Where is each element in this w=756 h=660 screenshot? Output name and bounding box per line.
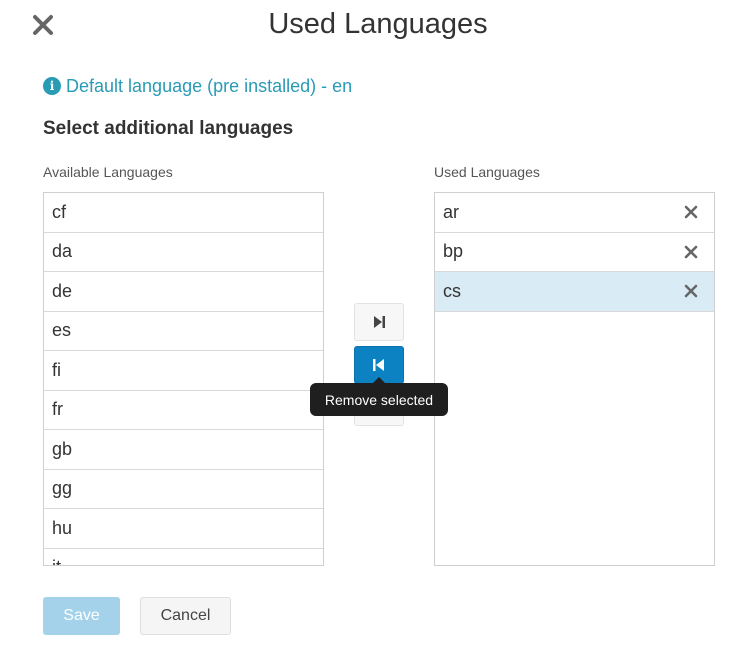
available-language-item[interactable]: hu: [44, 509, 323, 549]
language-code: fi: [52, 359, 61, 380]
step-backward-icon: [373, 359, 384, 371]
used-languages-label: Used Languages: [434, 164, 540, 180]
language-code: gb: [52, 438, 73, 459]
language-code: da: [52, 241, 73, 262]
close-icon: [684, 205, 698, 219]
used-language-item-selected[interactable]: cs: [435, 272, 714, 312]
language-code: es: [52, 320, 72, 341]
save-button[interactable]: Save: [43, 597, 120, 635]
language-code: cs: [443, 280, 461, 301]
language-code: bp: [443, 241, 464, 262]
used-language-item[interactable]: ar: [435, 193, 714, 233]
tooltip: Remove selected: [310, 383, 448, 416]
info-icon: i: [43, 77, 61, 95]
available-languages-list[interactable]: cf da de es fi fr gb gg hu it: [43, 192, 324, 566]
available-language-item[interactable]: de: [44, 272, 323, 312]
close-icon: [684, 284, 698, 298]
step-forward-icon: [374, 316, 385, 328]
dialog-title: Used Languages: [268, 8, 488, 40]
add-selected-button[interactable]: [354, 303, 404, 341]
available-language-item[interactable]: it: [44, 549, 323, 565]
available-language-item[interactable]: fr: [44, 391, 323, 430]
used-language-item[interactable]: bp: [435, 233, 714, 272]
available-language-item[interactable]: es: [44, 312, 323, 351]
default-language-text: Default language (pre installed) - en: [66, 75, 353, 96]
language-code: it: [52, 557, 61, 565]
language-code: de: [52, 280, 73, 301]
language-code: hu: [52, 517, 73, 538]
language-code: fr: [52, 399, 63, 420]
cancel-button[interactable]: Cancel: [140, 597, 231, 635]
section-heading: Select additional languages: [43, 118, 294, 139]
remove-language-button[interactable]: [684, 284, 698, 298]
remove-language-button[interactable]: [684, 205, 698, 219]
available-language-item[interactable]: da: [44, 233, 323, 272]
language-code: cf: [52, 201, 67, 222]
available-languages-label: Available Languages: [43, 164, 173, 180]
close-icon: [684, 245, 698, 259]
available-language-item[interactable]: gg: [44, 470, 323, 509]
available-language-item[interactable]: cf: [44, 193, 323, 233]
language-code: gg: [52, 478, 73, 499]
default-language-info: i Default language (pre installed) - en: [43, 74, 352, 98]
used-languages-list[interactable]: ar bp cs: [434, 192, 715, 566]
remove-language-button[interactable]: [684, 245, 698, 259]
language-code: ar: [443, 201, 460, 222]
available-language-item[interactable]: fi: [44, 351, 323, 391]
available-language-item[interactable]: gb: [44, 430, 323, 470]
